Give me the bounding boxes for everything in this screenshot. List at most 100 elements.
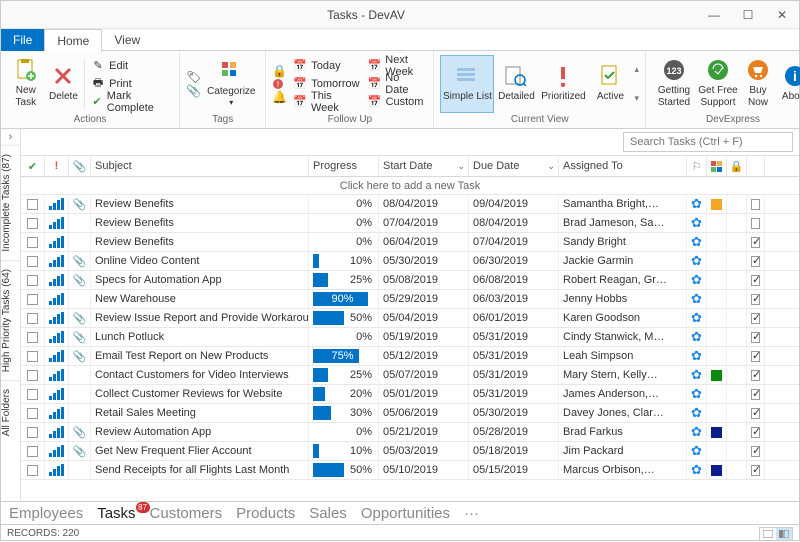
maximize-button[interactable]: ☐ [731,1,765,29]
col-assigned-to[interactable]: Assigned To [559,156,687,176]
table-row[interactable]: 📎Review Benefits0%08/04/201909/04/2019Sa… [21,195,799,214]
today-button[interactable]: 📅Today [289,57,363,75]
getting-started-button[interactable]: 123 Getting Started [652,55,696,113]
row-done-checkbox[interactable] [751,275,760,286]
table-row[interactable]: Contact Customers for Video Interviews25… [21,366,799,385]
nav-products[interactable]: Products [236,505,295,522]
row-done-checkbox[interactable] [751,199,760,210]
row-done-checkbox[interactable] [751,351,760,362]
tag-icon[interactable]: 🏷 [186,70,201,84]
row-done-checkbox[interactable] [751,294,760,305]
tab-file[interactable]: File [1,29,44,51]
gear-icon[interactable]: ✿ [691,310,702,326]
col-category[interactable] [707,156,727,176]
support-button[interactable]: Get Free Support [696,55,740,113]
gear-icon[interactable]: ✿ [691,367,702,383]
nav-more[interactable]: ··· [464,505,479,522]
side-toggle-button[interactable]: › [1,129,20,145]
view-down-icon[interactable]: ▾ [634,93,639,104]
row-done-checkbox[interactable] [751,370,760,381]
gear-icon[interactable]: ✿ [691,329,702,345]
nav-customers[interactable]: Customers [150,505,223,522]
simple-list-button[interactable]: Simple List [440,55,494,113]
new-task-button[interactable]: New Task [7,55,45,113]
view-list-button[interactable] [760,528,776,540]
gear-icon[interactable]: ✿ [691,196,702,212]
delete-button[interactable]: Delete [45,55,83,113]
about-button[interactable]: i About [776,55,800,113]
paperclip-icon[interactable]: 📎 [186,84,201,98]
side-tab-incomplete[interactable]: Incomplete Tasks (87) [1,145,20,260]
table-row[interactable]: Send Receipts for all Flights Last Month… [21,461,799,480]
col-progress[interactable]: Progress [309,156,379,176]
view-card-button[interactable] [776,528,792,540]
col-priority[interactable]: ! [45,156,69,176]
row-checkbox[interactable] [27,351,38,362]
table-row[interactable]: Retail Sales Meeting30%05/06/201905/30/2… [21,404,799,423]
row-checkbox[interactable] [27,256,38,267]
row-checkbox[interactable] [27,446,38,457]
table-row[interactable]: 📎Online Video Content10%05/30/201906/30/… [21,252,799,271]
gear-icon[interactable]: ✿ [691,348,702,364]
no-date-button[interactable]: 📅No Date [364,75,428,93]
row-done-checkbox[interactable] [751,465,760,476]
table-row[interactable]: 📎Review Automation App0%05/21/201905/28/… [21,423,799,442]
row-checkbox[interactable] [27,275,38,286]
nav-sales[interactable]: Sales [309,505,347,522]
table-row[interactable]: Collect Customer Reviews for Website20%0… [21,385,799,404]
row-done-checkbox[interactable] [751,446,760,457]
row-done-checkbox[interactable] [751,408,760,419]
row-done-checkbox[interactable] [751,256,760,267]
gear-icon[interactable]: ✿ [691,272,702,288]
gear-icon[interactable]: ✿ [691,405,702,421]
nav-tasks[interactable]: Tasks87 [97,505,135,522]
edit-button[interactable]: ✎Edit [87,57,173,75]
lock-icon[interactable]: 🔒 [272,64,287,78]
prioritized-button[interactable]: Prioritized [538,55,588,113]
side-tab-all-folders[interactable]: All Folders [1,380,20,444]
row-checkbox[interactable] [27,427,38,438]
col-due-date[interactable]: Due Date⌄ [469,156,559,176]
col-flag[interactable]: ⚐ [687,156,707,176]
close-button[interactable]: ✕ [765,1,799,29]
nav-opportunities[interactable]: Opportunities [361,505,450,522]
gear-icon[interactable]: ✿ [691,443,702,459]
row-done-checkbox[interactable] [751,332,760,343]
active-button[interactable]: Active [588,55,632,113]
custom-button[interactable]: 📅Custom [364,93,428,111]
col-subject[interactable]: Subject [91,156,309,176]
row-done-checkbox[interactable] [751,218,760,229]
side-tab-high-priority[interactable]: High Priority Tasks (64) [1,260,20,380]
row-done-checkbox[interactable] [751,313,760,324]
tab-home[interactable]: Home [44,29,102,52]
gear-icon[interactable]: ✿ [691,291,702,307]
row-checkbox[interactable] [27,218,38,229]
this-week-button[interactable]: 📅This Week [289,93,363,111]
new-task-row[interactable]: Click here to add a new Task [21,177,799,195]
reminder-icon[interactable]: 🔔 [272,90,287,104]
gear-icon[interactable]: ✿ [691,234,702,250]
table-row[interactable]: Review Benefits0%06/04/201907/04/2019San… [21,233,799,252]
col-start-date[interactable]: Start Date⌄ [379,156,469,176]
gear-icon[interactable]: ✿ [691,386,702,402]
mark-complete-button[interactable]: ✔Mark Complete [87,93,173,111]
row-checkbox[interactable] [27,465,38,476]
col-complete[interactable]: ✔ [21,156,45,176]
tab-view[interactable]: View [102,29,152,51]
gear-icon[interactable]: ✿ [691,253,702,269]
row-done-checkbox[interactable] [751,389,760,400]
row-done-checkbox[interactable] [751,427,760,438]
col-private[interactable]: 🔒 [727,156,747,176]
table-row[interactable]: 📎Get New Frequent Flier Account10%05/03/… [21,442,799,461]
gear-icon[interactable]: ✿ [691,424,702,440]
row-checkbox[interactable] [27,408,38,419]
table-row[interactable]: New Warehouse90%05/29/201906/03/2019Jenn… [21,290,799,309]
row-checkbox[interactable] [27,389,38,400]
row-checkbox[interactable] [27,237,38,248]
row-checkbox[interactable] [27,370,38,381]
row-checkbox[interactable] [27,332,38,343]
row-checkbox[interactable] [27,199,38,210]
row-checkbox[interactable] [27,313,38,324]
grid-body[interactable]: 📎Review Benefits0%08/04/201909/04/2019Sa… [21,195,799,501]
gear-icon[interactable]: ✿ [691,215,702,231]
